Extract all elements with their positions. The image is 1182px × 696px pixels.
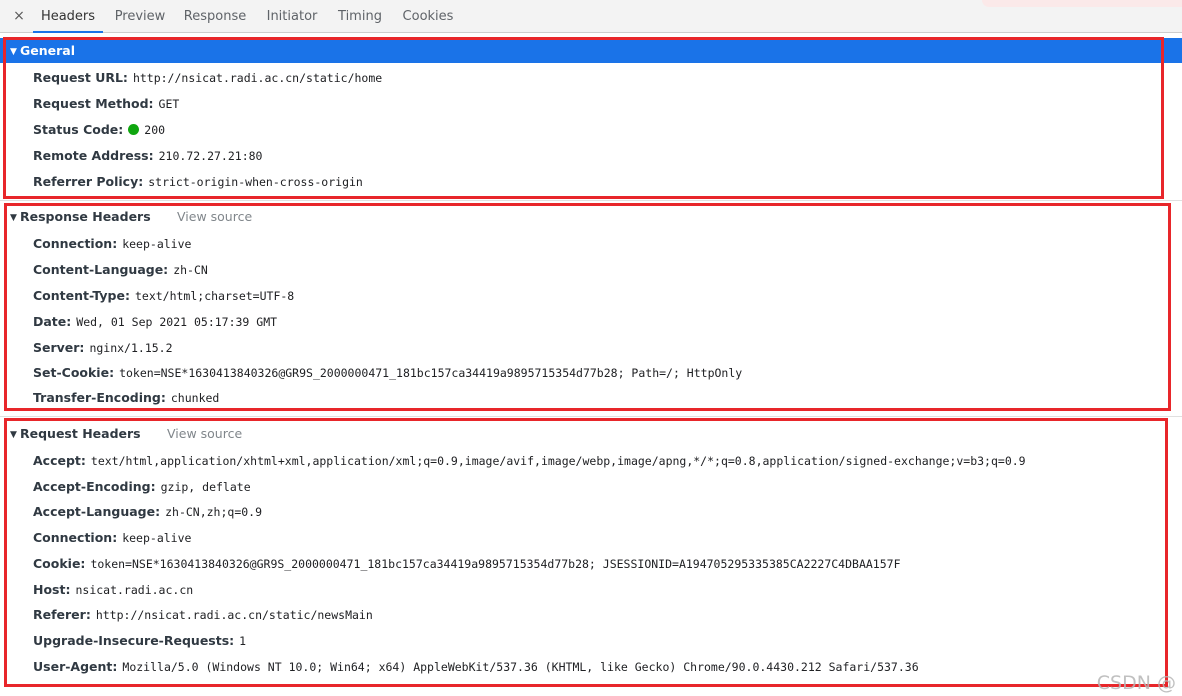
- header-value: zh-CN: [173, 263, 208, 277]
- view-source-link[interactable]: View source: [167, 421, 242, 446]
- response-row-date: Date: Wed, 01 Sep 2021 05:17:39 GMT: [33, 311, 277, 333]
- tab-cookies[interactable]: Cookies: [398, 0, 458, 32]
- header-value: nginx/1.15.2: [89, 341, 173, 355]
- collapse-triangle-icon: ▼: [10, 430, 17, 440]
- header-name: Server:: [33, 340, 85, 355]
- decor-strip: [982, 0, 1182, 7]
- header-name: Host:: [33, 582, 71, 597]
- request-row-referer: Referer: http://nsicat.radi.ac.cn/static/…: [33, 604, 373, 626]
- request-row-accept-language: Accept-Language: zh-CN,zh;q=0.9: [33, 501, 262, 523]
- response-headers-title: Response Headers: [20, 209, 151, 224]
- header-value: keep-alive: [122, 531, 192, 545]
- request-row-upgrade-insecure-requests: Upgrade-Insecure-Requests: 1: [33, 630, 246, 652]
- response-row-content-language: Content-Language: zh-CN: [33, 259, 208, 281]
- response-row-content-type: Content-Type: text/html;charset=UTF-8: [33, 285, 294, 307]
- header-value: token=NSE*1630413840326@GR9S_2000000471_…: [119, 366, 743, 380]
- general-title: General: [20, 43, 75, 58]
- request-headers-section-header[interactable]: ▼ Request Headers View source: [0, 421, 1182, 446]
- devtools-tab-bar: × Headers Preview Response Initiator Tim…: [0, 0, 1182, 33]
- response-headers-section-header[interactable]: ▼ Response Headers View source: [0, 204, 1182, 229]
- response-row-connection: Connection: keep-alive: [33, 233, 191, 255]
- header-name: Content-Type:: [33, 288, 130, 303]
- header-name: Connection:: [33, 236, 118, 251]
- header-name: Remote Address:: [33, 148, 154, 163]
- view-source-link[interactable]: View source: [177, 204, 252, 229]
- tab-timing[interactable]: Timing: [333, 0, 387, 32]
- header-value: zh-CN,zh;q=0.9: [165, 505, 263, 519]
- request-row-accept-encoding: Accept-Encoding: gzip, deflate: [33, 476, 251, 498]
- status-ok-icon: [128, 124, 140, 135]
- header-value: 200: [144, 123, 166, 137]
- header-name: Accept-Encoding:: [33, 479, 156, 494]
- header-name: Accept:: [33, 453, 86, 468]
- header-value: 210.72.27.21:80: [158, 149, 263, 163]
- request-row-cookie: Cookie: token=NSE*1630413840326@GR9S_2000…: [33, 553, 901, 575]
- header-name: Accept-Language:: [33, 504, 161, 519]
- header-value: gzip, deflate: [160, 480, 251, 494]
- response-row-transfer-encoding: Transfer-Encoding: chunked: [33, 387, 219, 409]
- header-value: strict-origin-when-cross-origin: [148, 175, 363, 189]
- general-row-request-method: Request Method: GET: [33, 93, 179, 115]
- header-name: User-Agent:: [33, 659, 118, 674]
- header-name: Set-Cookie:: [33, 365, 115, 380]
- header-value: Mozilla/5.0 (Windows NT 10.0; Win64; x64…: [122, 660, 919, 674]
- header-value: token=NSE*1630413840326@GR9S_2000000471_…: [90, 557, 901, 571]
- header-value: Wed, 01 Sep 2021 05:17:39 GMT: [76, 315, 278, 329]
- tab-headers[interactable]: Headers: [33, 0, 103, 33]
- header-value: http://nsicat.radi.ac.cn/static/home: [132, 71, 383, 85]
- header-name: Content-Language:: [33, 262, 169, 277]
- request-headers-title: Request Headers: [20, 426, 141, 441]
- section-divider: [0, 416, 1182, 417]
- header-value: nsicat.radi.ac.cn: [75, 583, 194, 597]
- request-row-user-agent: User-Agent: Mozilla/5.0 (Windows NT 10.0;…: [33, 656, 919, 678]
- header-value: http://nsicat.radi.ac.cn/static/newsMain: [95, 608, 373, 622]
- general-row-remote-address: Remote Address: 210.72.27.21:80: [33, 145, 262, 167]
- header-name: Referrer Policy:: [33, 174, 144, 189]
- request-row-host: Host: nsicat.radi.ac.cn: [33, 579, 193, 601]
- tab-preview[interactable]: Preview: [110, 0, 170, 32]
- general-row-request-url: Request URL: http://nsicat.radi.ac.cn/sta…: [33, 67, 382, 89]
- header-name: Transfer-Encoding:: [33, 390, 166, 405]
- response-row-set-cookie: Set-Cookie: token=NSE*1630413840326@GR9S_…: [33, 362, 742, 384]
- general-row-referrer-policy: Referrer Policy: strict-origin-when-cross…: [33, 171, 363, 193]
- request-row-accept: Accept: text/html,application/xhtml+xml,a…: [33, 450, 1026, 472]
- response-row-server: Server: nginx/1.15.2: [33, 337, 173, 359]
- tab-response[interactable]: Response: [180, 0, 250, 32]
- header-value: keep-alive: [122, 237, 192, 251]
- request-row-connection: Connection: keep-alive: [33, 527, 191, 549]
- close-icon[interactable]: ×: [12, 6, 26, 26]
- collapse-triangle-icon: ▼: [10, 213, 17, 223]
- general-section-header[interactable]: ▼ General: [0, 38, 1182, 63]
- header-value: GET: [158, 97, 180, 111]
- header-name: Connection:: [33, 530, 118, 545]
- header-value: 1: [239, 634, 247, 648]
- header-value: chunked: [170, 391, 220, 405]
- header-name: Request Method:: [33, 96, 154, 111]
- header-name: Cookie:: [33, 556, 86, 571]
- header-name: Status Code:: [33, 122, 124, 137]
- collapse-triangle-icon: ▼: [10, 47, 17, 57]
- csdn-watermark: CSDN @: [1096, 672, 1176, 694]
- header-name: Referer:: [33, 607, 91, 622]
- header-value: text/html,application/xhtml+xml,applicat…: [90, 454, 1026, 468]
- general-row-status-code: Status Code: 200: [33, 119, 165, 141]
- tab-initiator[interactable]: Initiator: [262, 0, 322, 32]
- header-value: text/html;charset=UTF-8: [134, 289, 295, 303]
- header-name: Upgrade-Insecure-Requests:: [33, 633, 235, 648]
- header-name: Request URL:: [33, 70, 128, 85]
- section-divider: [0, 200, 1182, 201]
- header-name: Date:: [33, 314, 72, 329]
